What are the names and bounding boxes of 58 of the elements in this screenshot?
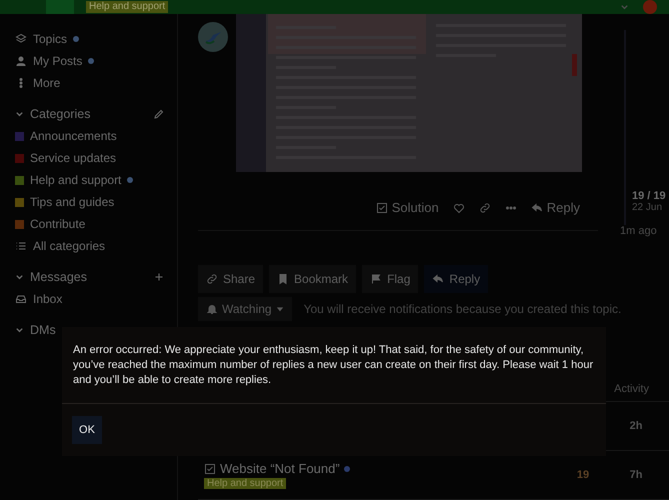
chevron-icon[interactable] — [15, 272, 24, 282]
inbox-icon — [15, 293, 27, 305]
list-icon — [15, 240, 27, 252]
section-heading[interactable]: DMs — [30, 323, 56, 337]
topic-title[interactable]: Website “Not Found” — [220, 461, 340, 476]
heart-icon — [452, 202, 465, 214]
category-badge[interactable]: Help and support — [86, 1, 168, 13]
reply-icon — [530, 202, 543, 214]
link-icon — [206, 272, 218, 285]
pencil-icon[interactable] — [153, 108, 165, 120]
bell-icon — [206, 302, 218, 315]
layers-icon — [15, 33, 27, 45]
sidebar-item[interactable]: My Posts — [15, 50, 177, 72]
topic-button[interactable]: Bookmark — [269, 264, 356, 293]
link-icon — [478, 202, 491, 214]
activity-time: 7h — [630, 469, 642, 482]
sidebar-item[interactable]: Service updates — [15, 147, 177, 169]
sidebar-item[interactable]: Topics — [15, 28, 177, 50]
notification-description: You will receive notifications because you created this topic. — [304, 302, 622, 316]
topic-button[interactable]: Share — [198, 264, 264, 293]
topic-button[interactable]: Flag — [362, 264, 418, 293]
user-avatar[interactable] — [198, 22, 228, 52]
column-heading[interactable]: Activity — [614, 383, 649, 396]
section-heading[interactable]: Categories — [30, 107, 90, 121]
checkbox-icon — [204, 462, 216, 475]
sidebar-item[interactable]: Contribute — [15, 213, 177, 235]
plus-icon[interactable] — [153, 271, 165, 283]
sidebar-item[interactable]: Tips and guides — [15, 191, 177, 213]
flag-icon — [370, 272, 382, 285]
timeline-position: 19 / 19 — [632, 190, 667, 202]
ok-button[interactable]: OK — [72, 416, 102, 444]
reply-count: 19 — [576, 469, 590, 482]
activity-time: 2h — [630, 420, 642, 432]
timeline-date: 22 Jun — [632, 202, 664, 213]
notification-dropdown[interactable]: Watching — [198, 296, 292, 321]
chevron-icon[interactable] — [15, 326, 24, 334]
user-icon — [15, 55, 27, 67]
sidebar-item[interactable]: Announcements — [15, 125, 177, 147]
sidebar-item[interactable]: All categories — [15, 235, 177, 257]
bookmark-icon — [277, 272, 290, 285]
sidebar-item[interactable]: More — [15, 72, 177, 94]
sidebar-item[interactable]: Inbox — [15, 288, 177, 310]
reply-icon — [432, 272, 444, 285]
bird-icon — [203, 29, 223, 45]
link-button[interactable] — [478, 202, 491, 214]
sidebar-item[interactable]: Help and support — [15, 169, 177, 191]
post-action-button[interactable]: Solution — [376, 200, 439, 215]
post-action-button[interactable]: Reply — [530, 200, 580, 215]
timeline-age: 1m ago — [620, 225, 658, 237]
heart-button[interactable] — [452, 202, 465, 214]
topic-button[interactable]: Reply — [424, 264, 488, 293]
caret-icon — [276, 304, 284, 313]
chevron-icon[interactable] — [620, 2, 629, 12]
category-tag[interactable]: Help and support — [204, 478, 286, 490]
chevron-icon[interactable] — [15, 110, 24, 118]
checkbox-icon — [376, 202, 388, 214]
error-message: An error occurred: We appreciate your enthusiasm, keep it up! That said, for the safety of our community, you’ve reached the maximum number of replies a new user can create on their first day. Please wait 1 hour and you’ll be able to create more replies. — [72, 343, 594, 388]
section-heading[interactable]: Messages — [30, 270, 87, 284]
